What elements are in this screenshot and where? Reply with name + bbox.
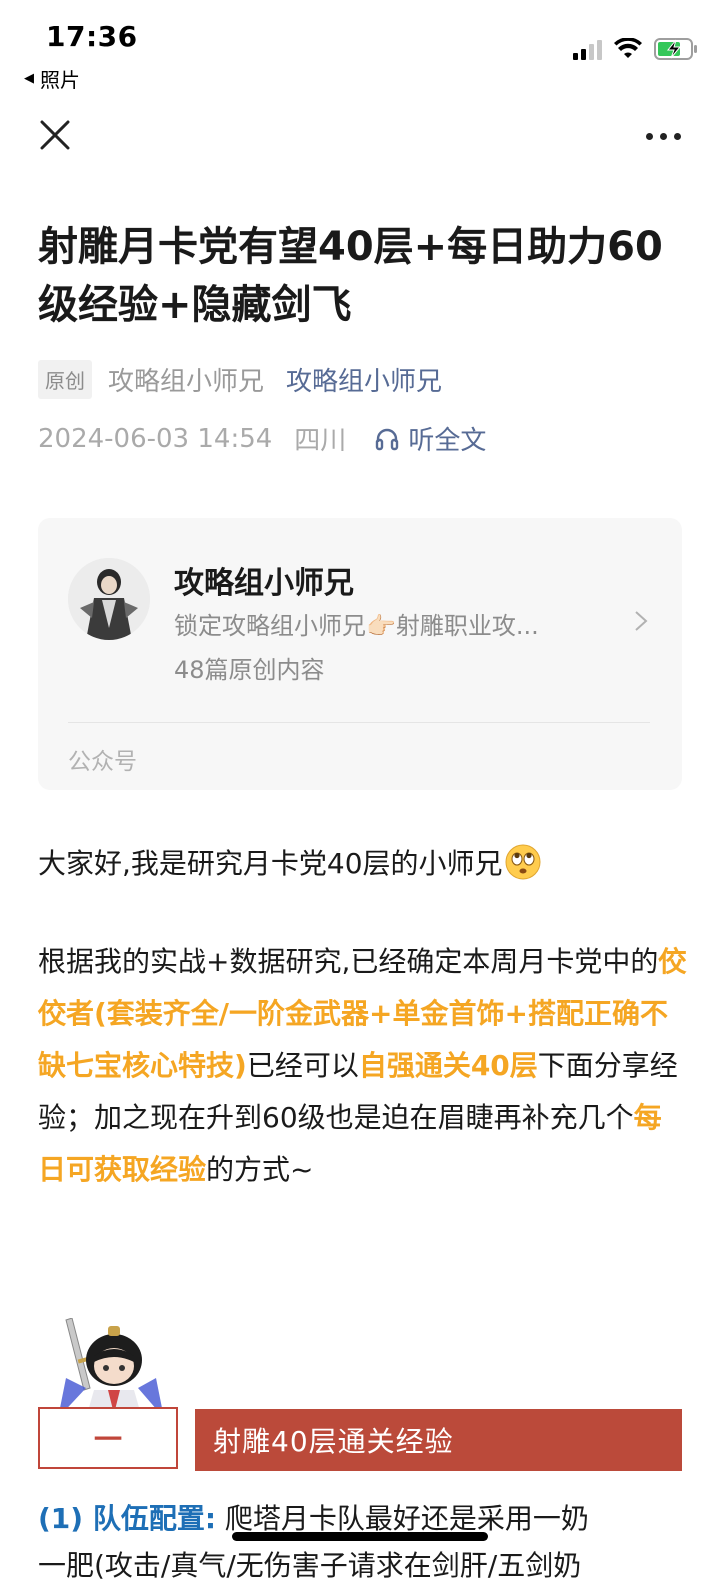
intro-text: 大家好,我是研究月卡党40层的小师兄 <box>38 847 503 880</box>
team-config-continued: 一肥(攻击/真气/无伤害子请求在剑肝/五剑奶 <box>38 1549 582 1582</box>
intro-paragraph: 大家好,我是研究月卡党40层的小师兄 <box>38 838 688 890</box>
signal-icon <box>573 38 602 60</box>
publish-location: 四川 <box>294 426 347 456</box>
more-button[interactable] <box>646 124 686 148</box>
listen-button[interactable]: 听全文 <box>374 420 486 457</box>
close-icon <box>40 120 70 150</box>
rolling-eyes-emoji-icon <box>505 844 541 880</box>
account-name: 攻略组小师兄 <box>174 566 354 601</box>
original-tag: 原创 <box>38 360 92 399</box>
status-icons <box>573 38 698 60</box>
card-divider <box>68 722 650 723</box>
team-config-label: (1) 队伍配置: <box>38 1502 217 1535</box>
back-to-app-button[interactable]: ◀ 照片 <box>24 64 80 93</box>
account-type-label: 公众号 <box>68 749 137 775</box>
headphones-icon <box>376 428 399 450</box>
highlight-clear-40: 自强通关40层 <box>358 1049 538 1082</box>
back-app-label: 照片 <box>40 68 80 92</box>
close-button[interactable] <box>36 116 76 156</box>
article-title: 射雕月卡党有望40层+每日助力60级经验+隐藏剑飞 <box>38 224 663 328</box>
wifi-icon <box>614 38 642 58</box>
account-avatar <box>68 558 150 640</box>
p2-text-d: 的方式~ <box>206 1153 314 1186</box>
listen-label: 听全文 <box>408 426 487 456</box>
account-card[interactable]: 攻略组小师兄 锁定攻略组小师兄👉🏻射雕职业攻... 48篇原创内容 公众号 <box>38 518 682 790</box>
back-triangle-icon: ◀ <box>24 71 34 86</box>
p2-text-b: 已经可以 <box>246 1049 359 1082</box>
p2-text-a: 根据我的实战+数据研究,已经确定本周月卡党中的 <box>38 945 659 978</box>
more-icon <box>646 132 653 140</box>
team-config-text: 爬塔月卡队最好还是采用一奶 <box>216 1502 589 1535</box>
account-link[interactable]: 攻略组小师兄 <box>286 361 442 398</box>
section-number-box: 一 <box>38 1407 178 1469</box>
publish-date: 2024-06-03 14:54 <box>38 423 273 454</box>
account-article-count: 48篇原创内容 <box>174 656 325 684</box>
experience-paragraph: 根据我的实战+数据研究,已经确定本周月卡党中的佼佼者(套装齐全/一阶金武器+单金… <box>38 936 688 1196</box>
chevron-right-icon <box>635 611 648 631</box>
chibi-character-image <box>58 1318 164 1418</box>
section-title: 射雕40层通关经验 <box>195 1409 682 1471</box>
home-indicator[interactable] <box>232 1532 488 1541</box>
battery-charging-icon <box>654 38 697 60</box>
article-meta-authors: 原创 攻略组小师兄 攻略组小师兄 <box>38 360 442 399</box>
account-description: 锁定攻略组小师兄👉🏻射雕职业攻... <box>174 612 539 640</box>
status-time: 17:36 <box>46 20 138 53</box>
article-meta-info: 2024-06-03 14:54 四川 听全文 <box>38 420 486 457</box>
author-name: 攻略组小师兄 <box>108 367 265 397</box>
